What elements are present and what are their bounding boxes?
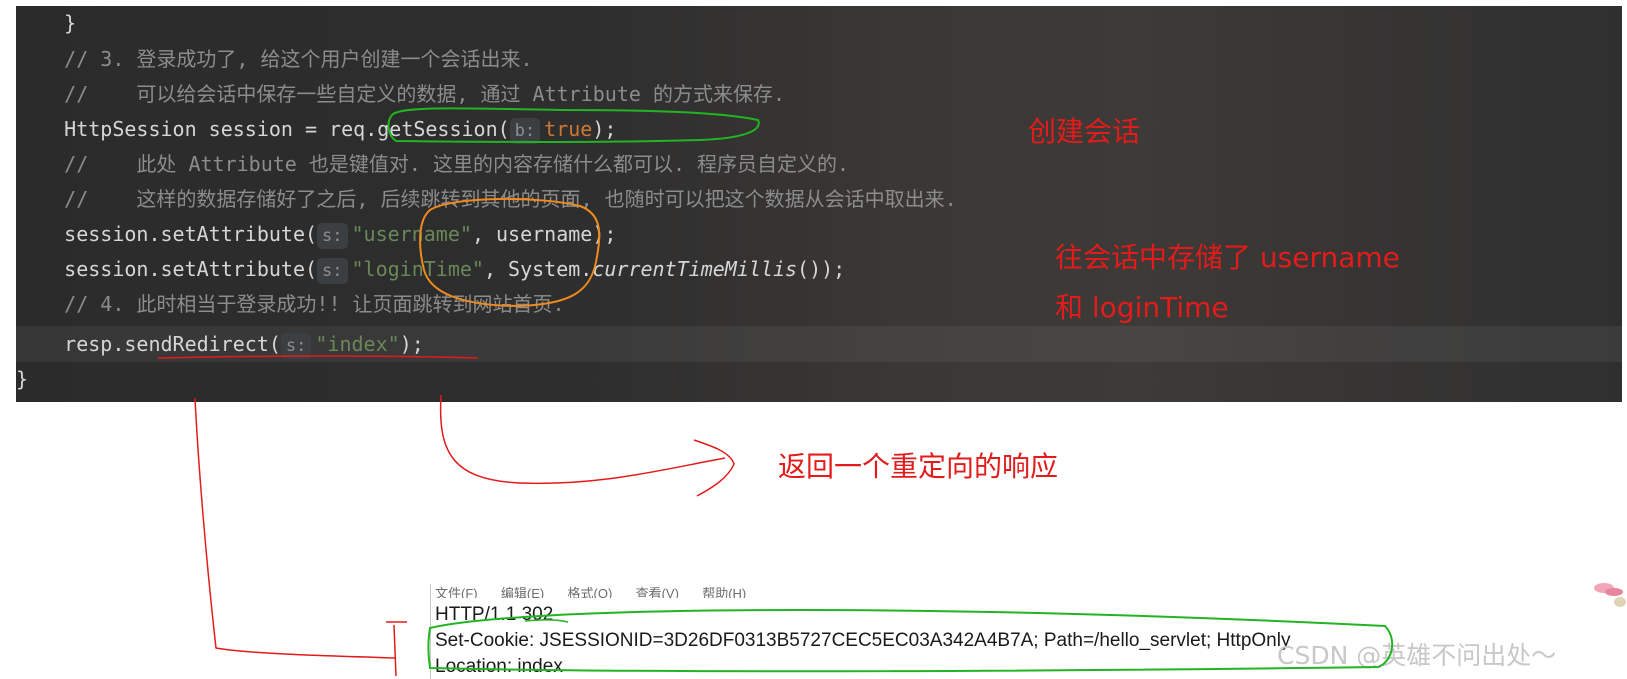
arrow-redirect — [439, 394, 735, 497]
green-circle-getsession — [387, 107, 760, 143]
underline-sendredirect — [157, 355, 479, 359]
orange-circle-keys — [419, 197, 601, 308]
underline-302 — [524, 619, 569, 623]
green-box-set-cookie — [427, 609, 1394, 673]
connector-line — [194, 397, 407, 677]
annotation-overlay — [157, 107, 1394, 677]
